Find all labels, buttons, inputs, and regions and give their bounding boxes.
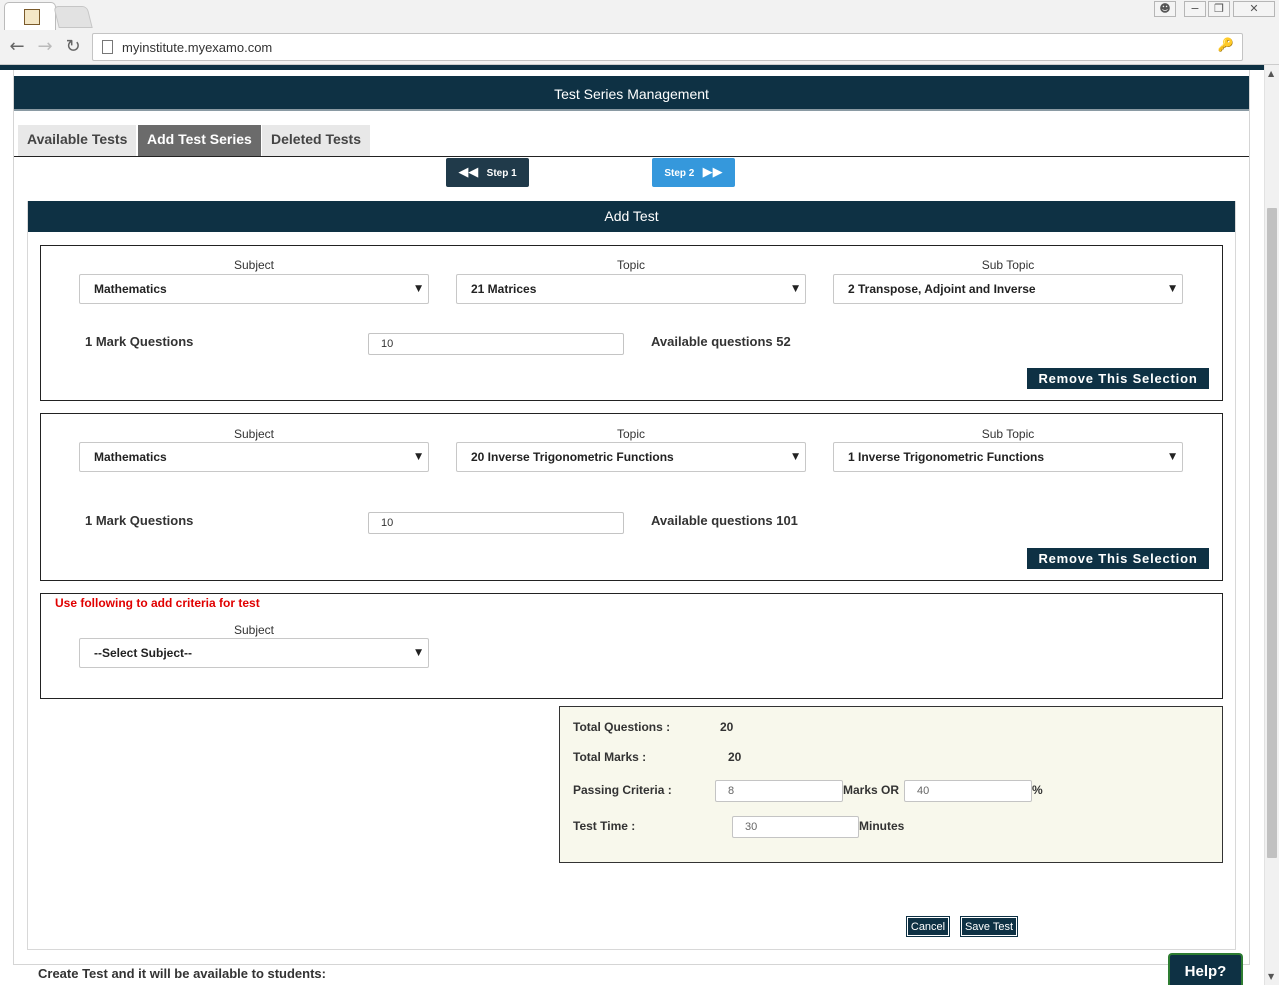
chevron-down-icon: ▼ xyxy=(792,284,799,294)
scroll-down-icon[interactable]: ▼ xyxy=(1268,972,1274,981)
subtopic-label: Sub Topic xyxy=(981,427,1035,441)
subject-label: Subject xyxy=(233,623,275,637)
tab-add-test-series[interactable]: Add Test Series xyxy=(138,125,261,156)
chevron-down-icon: ▼ xyxy=(792,452,799,462)
subtopic-select[interactable]: 2 Transpose, Adjoint and Inverse ▼ xyxy=(833,274,1183,304)
tabs-divider xyxy=(14,156,1249,157)
address-bar[interactable]: myinstitute.myexamo.com 🔑 xyxy=(92,33,1243,61)
total-marks-value: 20 xyxy=(728,750,742,764)
key-icon[interactable]: 🔑 xyxy=(1218,38,1234,53)
marks-or-label: Marks OR xyxy=(843,783,900,797)
new-criteria-box: Use following to add criteria for test S… xyxy=(40,593,1223,699)
double-left-arrow-icon: ◀◀ xyxy=(458,165,479,180)
remove-selection-button[interactable]: Remove This Selection xyxy=(1027,548,1209,569)
total-questions-value: 20 xyxy=(720,720,734,734)
browser-tabstrip: ☻ − ❐ ✕ xyxy=(0,0,1279,30)
subject-label: Subject xyxy=(233,258,275,272)
reload-icon[interactable]: ↻ xyxy=(62,36,84,58)
close-window-button[interactable]: ✕ xyxy=(1233,1,1275,17)
minutes-label: Minutes xyxy=(859,819,905,833)
questions-label: 1 Mark Questions xyxy=(85,513,194,528)
chevron-down-icon: ▼ xyxy=(1169,452,1176,462)
topic-select[interactable]: 21 Matrices ▼ xyxy=(456,274,806,304)
user-profile-icon[interactable]: ☻ xyxy=(1154,1,1176,17)
subject-label: Subject xyxy=(233,427,275,441)
scroll-up-icon[interactable]: ▲ xyxy=(1268,69,1274,78)
passing-marks-input[interactable]: 8 xyxy=(715,780,843,802)
test-time-input[interactable]: 30 xyxy=(732,816,859,838)
new-tab-button[interactable] xyxy=(53,6,93,28)
url-text: myinstitute.myexamo.com xyxy=(122,40,273,55)
questions-input[interactable]: 10 xyxy=(368,512,624,534)
footer-text: Create Test and it will be available to … xyxy=(38,966,326,981)
chevron-down-icon: ▼ xyxy=(415,648,422,658)
passing-percent-input[interactable]: 40 xyxy=(904,780,1032,802)
new-subject-select[interactable]: --Select Subject-- ▼ xyxy=(79,638,429,668)
subject-select[interactable]: Mathematics ▼ xyxy=(79,442,429,472)
criteria-hint: Use following to add criteria for test xyxy=(55,596,260,610)
chevron-down-icon: ▼ xyxy=(415,284,422,294)
total-marks-label: Total Marks : xyxy=(573,750,647,764)
percent-sign: % xyxy=(1032,783,1043,797)
minimize-button[interactable]: − xyxy=(1184,1,1206,17)
help-button[interactable]: Help? xyxy=(1168,953,1243,985)
subtopic-label: Sub Topic xyxy=(981,258,1035,272)
maximize-button[interactable]: ❐ xyxy=(1208,1,1230,17)
questions-label: 1 Mark Questions xyxy=(85,334,194,349)
forward-arrow-icon[interactable]: → xyxy=(34,36,56,58)
scrollbar-thumb[interactable] xyxy=(1267,208,1277,858)
test-time-label: Test Time : xyxy=(573,819,636,833)
topic-label: Topic xyxy=(616,427,645,441)
test-summary-box: Total Questions : 20 Total Marks : 20 Pa… xyxy=(559,706,1223,863)
browser-toolbar: ← → ↻ myinstitute.myexamo.com 🔑 xyxy=(0,30,1279,65)
vertical-scrollbar[interactable]: ▲ ▼ xyxy=(1264,65,1279,985)
topic-select[interactable]: 20 Inverse Trigonometric Functions ▼ xyxy=(456,442,806,472)
back-arrow-icon[interactable]: ← xyxy=(6,36,28,58)
browser-tab-active[interactable] xyxy=(4,2,56,30)
add-test-title: Add Test xyxy=(28,201,1235,232)
chevron-down-icon: ▼ xyxy=(1169,284,1176,294)
step-1-button[interactable]: ◀◀ Step 1 xyxy=(446,158,529,187)
page-title: Test Series Management xyxy=(14,76,1249,111)
cancel-button[interactable]: Cancel xyxy=(906,916,950,937)
criteria-box-2: Subject Mathematics ▼ Topic 20 Inverse T… xyxy=(40,413,1223,581)
questions-input[interactable]: 10 xyxy=(368,333,624,355)
subject-select[interactable]: Mathematics ▼ xyxy=(79,274,429,304)
total-questions-label: Total Questions : xyxy=(573,720,671,734)
available-questions: Available questions 52 xyxy=(651,334,791,349)
page-icon xyxy=(102,40,113,54)
chevron-down-icon: ▼ xyxy=(415,452,422,462)
subtopic-select[interactable]: 1 Inverse Trigonometric Functions ▼ xyxy=(833,442,1183,472)
available-questions: Available questions 101 xyxy=(651,513,798,528)
step-2-button[interactable]: Step 2 ▶▶ xyxy=(652,158,735,187)
tab-available-tests[interactable]: Available Tests xyxy=(18,125,137,156)
double-right-arrow-icon: ▶▶ xyxy=(702,165,723,180)
criteria-box-1: Subject Mathematics ▼ Topic 21 Matrices … xyxy=(40,245,1223,401)
save-test-button[interactable]: Save Test xyxy=(960,916,1018,937)
site-favicon-icon xyxy=(24,9,40,25)
passing-criteria-label: Passing Criteria : xyxy=(573,783,672,797)
remove-selection-button[interactable]: Remove This Selection xyxy=(1027,368,1209,389)
tab-deleted-tests[interactable]: Deleted Tests xyxy=(262,125,370,156)
topic-label: Topic xyxy=(616,258,645,272)
